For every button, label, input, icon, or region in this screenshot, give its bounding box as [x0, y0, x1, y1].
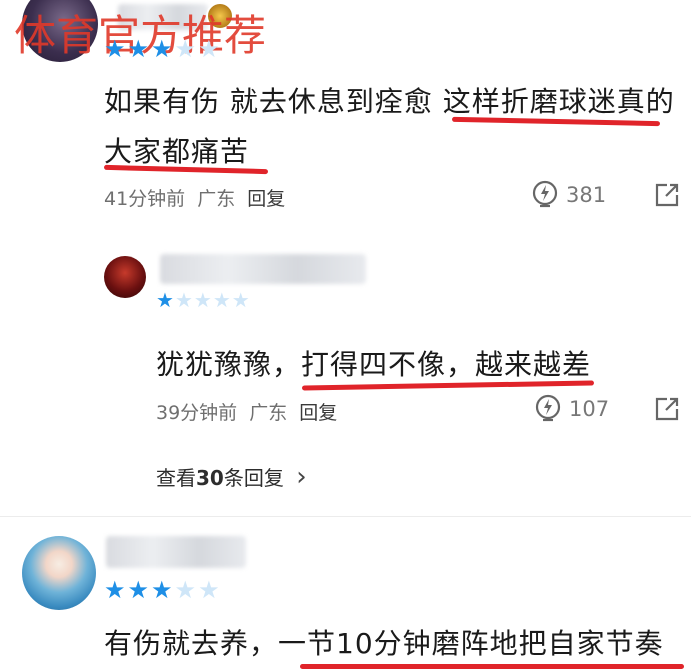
reply-count: 30	[196, 466, 224, 490]
like-icon	[530, 179, 560, 211]
username-blurred[interactable]	[160, 254, 366, 284]
share-icon[interactable]	[654, 396, 680, 422]
star-filled-icon: ★	[104, 35, 126, 63]
comment-meta: 41分钟前 广东 回复	[104, 184, 285, 211]
star-filled-icon: ★	[151, 576, 173, 604]
reply-button[interactable]: 回复	[299, 402, 337, 424]
star-empty-icon: ★	[231, 288, 250, 312]
rating-stars: ★ ★ ★ ★ ★	[104, 578, 220, 602]
chevron-right-icon: ›	[296, 462, 307, 492]
avatar[interactable]	[104, 256, 146, 298]
reply-text: 犹犹豫豫，打得四不像，越来越差	[156, 348, 592, 381]
like-button[interactable]: 107	[533, 393, 609, 425]
reply-meta: 39分钟前 广东 回复	[156, 398, 337, 425]
like-button[interactable]: 381	[530, 179, 606, 211]
timestamp: 41分钟前	[104, 188, 186, 210]
star-empty-icon: ★	[198, 576, 220, 604]
like-count: 381	[566, 183, 607, 207]
star-empty-icon: ★	[198, 35, 220, 63]
red-underline	[300, 664, 684, 669]
comment-text-line-1: 如果有伤 就去休息到痊愈 这样折磨球迷真的	[104, 85, 675, 118]
rating-stars: ★ ★ ★ ★ ★	[104, 37, 220, 61]
star-filled-icon: ★	[127, 576, 150, 604]
location: 广东	[197, 188, 236, 210]
like-icon	[533, 393, 563, 425]
star-filled-icon: ★	[127, 35, 150, 63]
comment-text-line-2: 大家都痛苦	[104, 135, 250, 168]
star-empty-icon: ★	[174, 35, 197, 63]
share-icon[interactable]	[654, 182, 680, 208]
username-blurred[interactable]	[106, 536, 246, 568]
timestamp: 39分钟前	[156, 402, 238, 424]
comment-text: 有伤就去养，一节10分钟磨阵地把自家节奏	[104, 627, 664, 660]
like-count: 107	[569, 397, 610, 421]
rating-stars: ★ ★ ★ ★ ★	[156, 290, 250, 310]
reply-button[interactable]: 回复	[247, 188, 285, 210]
star-filled-icon: ★	[151, 35, 173, 63]
star-empty-icon: ★	[174, 288, 193, 312]
divider	[0, 516, 691, 517]
star-filled-icon: ★	[156, 288, 174, 312]
star-filled-icon: ★	[104, 576, 126, 604]
avatar[interactable]	[22, 536, 96, 610]
location: 广东	[249, 402, 288, 424]
view-replies-link[interactable]: 查看30条回复 ›	[156, 462, 307, 492]
star-empty-icon: ★	[212, 288, 231, 312]
star-empty-icon: ★	[174, 576, 197, 604]
star-empty-icon: ★	[193, 288, 212, 312]
